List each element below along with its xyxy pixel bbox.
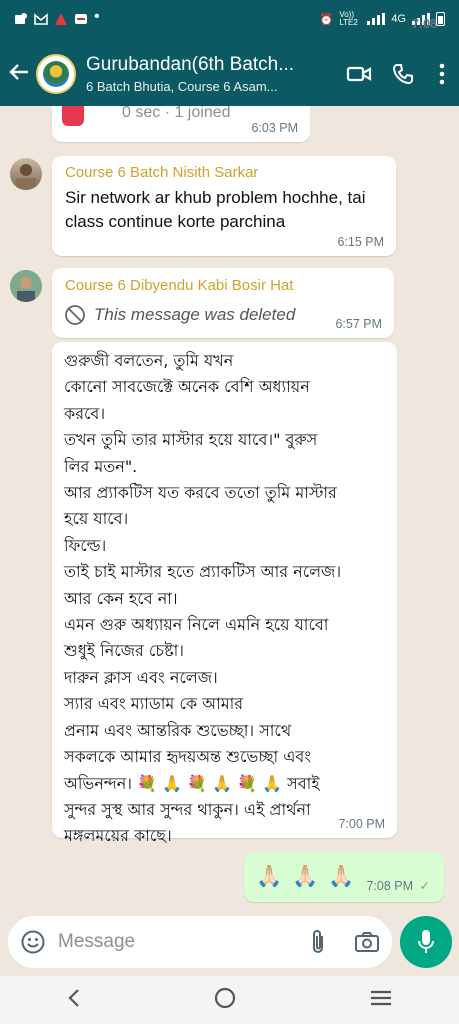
message-time: 6:57 PM <box>335 317 382 331</box>
call-log-text: 0 sec · 1 joined <box>122 106 231 121</box>
chevron-left-icon <box>68 988 79 1007</box>
alert-icon <box>55 13 67 25</box>
video-camera-icon <box>346 66 372 82</box>
signal-icon <box>367 13 386 25</box>
volte-label: Vo)) LTE2 <box>339 10 358 27</box>
emoji-icon <box>21 930 45 954</box>
message-line: লির মতন". <box>64 456 138 476</box>
message-time: 6:03 PM <box>251 121 298 135</box>
message-line: এমন গুরু অধ্যায়ন নিলে এমনি হয়ে যাবো <box>64 615 329 635</box>
message-time-text: 7:08 PM <box>366 879 414 893</box>
group-logo-icon <box>43 61 69 87</box>
nav-recents-button[interactable] <box>370 989 392 1012</box>
nav-home-button[interactable] <box>214 987 236 1014</box>
composer-bar: Message <box>0 914 459 974</box>
message-line: কোনো সাবজেক্টে অনেক বেশি অধ্যায়ন <box>64 377 310 397</box>
deleted-message-bubble[interactable]: Course 6 Dibyendu Kabi Bosir Hat This me… <box>52 268 394 338</box>
voice-call-button[interactable] <box>381 63 425 85</box>
call-log-bubble[interactable]: 0 sec · 1 joined 6:03 PM <box>52 106 310 142</box>
message-line: করবে। <box>64 403 106 423</box>
nav-back-button[interactable] <box>67 988 81 1013</box>
deleted-message: This message was deleted <box>64 304 295 326</box>
kebab-menu-icon <box>439 63 445 85</box>
message-line: সকলকে আমার হৃদয়অন্ত শুভেচ্ছা এবং <box>64 747 312 767</box>
camera-icon <box>355 932 379 952</box>
gallery-notification-icon <box>15 13 27 24</box>
message-line: অভিনন্দন। 💐 🙏 💐 🙏 💐 🙏 সবাই <box>64 773 320 793</box>
more-options-button[interactable] <box>425 63 459 85</box>
mail-icon <box>34 13 48 25</box>
message-time: 6:15 PM <box>337 235 384 249</box>
back-arrow-icon[interactable] <box>8 61 36 88</box>
chat-participants: 6 Batch Bhutia, Course 6 Asam... <box>86 79 278 94</box>
sender-name[interactable]: Course 6 Dibyendu Kabi Bosir Hat <box>65 277 293 294</box>
message-line: তাই চাই মাস্টার হতে প্র্যাকটিস আর নলেজ। <box>64 562 342 582</box>
battery-icon <box>436 12 445 26</box>
message-text: Sir network ar khub problem hochhe, tai … <box>65 188 366 231</box>
camera-button[interactable] <box>354 931 380 953</box>
message-line: ফিল্ডে। <box>64 535 107 555</box>
message-line: আর কেন হবে না। <box>64 588 178 608</box>
chat-title: Gurubandan(6th Batch... <box>86 54 295 75</box>
sent-check-icon: ✓ <box>419 879 430 893</box>
message-time: 7:08 PM ✓ <box>366 878 430 893</box>
message-line: আর প্র্যাকটিস যত করবে ততো তুমি মাস্টার <box>64 483 337 503</box>
message-lines: গুরুজী বলতেন, তুমি যখন কোনো সাবজেক্টে অন… <box>64 348 392 850</box>
notification-icons: • <box>14 8 100 26</box>
message-line: স্যার এবং ম্যাডাম কে আমার <box>64 694 244 714</box>
chat-header: Gurubandan(6th Batch... 6 Batch Bhutia, … <box>0 46 459 102</box>
status-bar: 7:08 • ⏰ Vo)) LTE2 4G <box>0 0 459 38</box>
message-text: 🙏🏻 🙏🏻 🙏🏻 <box>256 865 357 888</box>
chat-title-area[interactable]: Gurubandan(6th Batch... 6 Batch Bhutia, … <box>86 54 337 94</box>
message-input-field[interactable]: Message <box>8 916 392 968</box>
home-circle-icon <box>215 987 236 1008</box>
message-placeholder[interactable]: Message <box>58 931 310 953</box>
message-line: দারুন ক্লাস এবং নলেজ। <box>64 667 218 687</box>
network-type: 4G <box>391 13 406 25</box>
paperclip-icon <box>313 930 323 953</box>
message-time: 7:00 PM <box>338 817 385 831</box>
emoji-button[interactable] <box>20 929 46 955</box>
video-call-button[interactable] <box>337 64 381 84</box>
alarm-icon: ⏰ <box>319 13 334 26</box>
more-notifications-dot: • <box>94 8 100 25</box>
outgoing-message-bubble[interactable]: 🙏🏻 🙏🏻 🙏🏻 7:08 PM ✓ <box>244 852 444 902</box>
message-line: হয়ে যাবে। <box>64 509 129 529</box>
message-line: শুধুই নিজের চেষ্টা। <box>64 641 184 661</box>
sender-name[interactable]: Course 6 Batch Nisith Sarkar <box>65 164 258 181</box>
call-icon <box>62 106 84 126</box>
chat-area[interactable]: 0 sec · 1 joined 6:03 PM Course 6 Batch … <box>0 106 459 914</box>
app-notification-icon <box>75 14 87 24</box>
message-bubble[interactable]: Course 6 Batch Nisith Sarkar Sir network… <box>52 156 396 256</box>
recents-menu-icon <box>371 990 392 1005</box>
attach-button[interactable] <box>310 928 326 956</box>
phone-icon <box>392 64 413 85</box>
message-line: প্রনাম এবং আন্তরিক শুভেচ্ছা। সাথে <box>64 720 292 740</box>
deleted-icon <box>65 305 85 325</box>
top-bar: 7:08 • ⏰ Vo)) LTE2 4G Gurubandan(6th Bat… <box>0 0 459 106</box>
status-time: 7:08 <box>411 17 437 31</box>
voice-record-button[interactable] <box>400 916 452 968</box>
message-line: তখন তুমি তার মাস্টার হয়ে যাবে।" বুরুস <box>64 430 318 450</box>
sender-avatar[interactable] <box>10 270 42 302</box>
system-navigation-bar <box>0 976 459 1024</box>
group-avatar[interactable] <box>36 54 76 94</box>
message-bubble[interactable]: গুরুজী বলতেন, তুমি যখন কোনো সাবজেক্টে অন… <box>52 342 397 845</box>
microphone-icon <box>418 930 434 953</box>
sender-avatar[interactable] <box>10 158 42 190</box>
message-line: গুরুজী বলতেন, তুমি যখন <box>64 351 234 370</box>
deleted-message-text: This message was deleted <box>94 305 296 324</box>
